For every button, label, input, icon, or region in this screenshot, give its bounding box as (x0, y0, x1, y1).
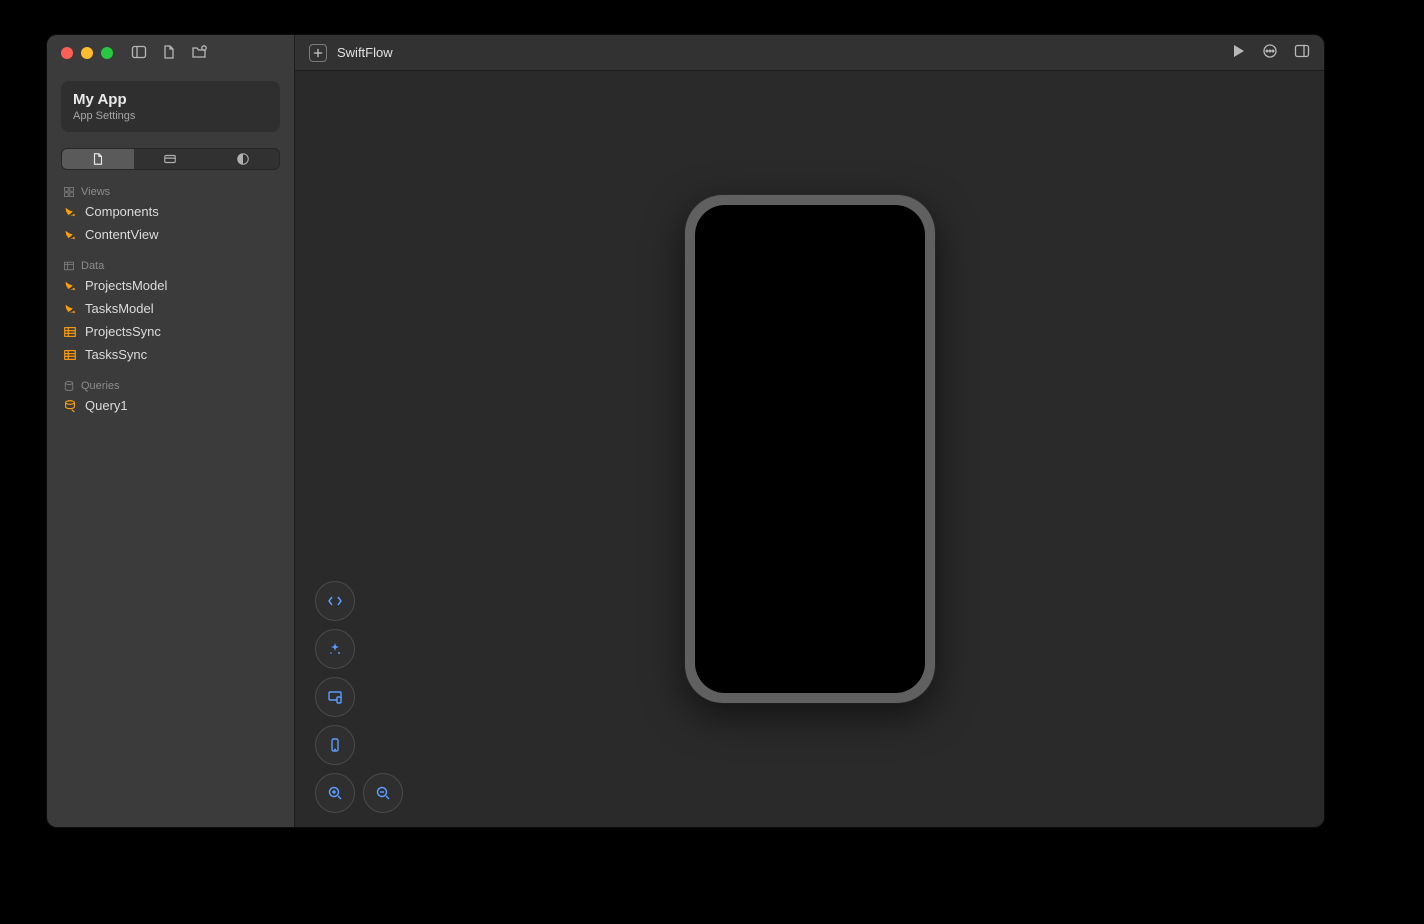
tool-magic[interactable] (315, 629, 355, 669)
app-window: My App App Settings Views Compone (47, 35, 1324, 827)
sidebar-item-label: TasksModel (85, 301, 154, 316)
sidebar-item-taskssync[interactable]: TasksSync (53, 343, 288, 366)
app-settings-card[interactable]: My App App Settings (61, 81, 280, 132)
more-icon[interactable] (1262, 43, 1278, 62)
sidebar-toggle-icon[interactable] (131, 44, 147, 63)
table-icon (63, 348, 77, 362)
sidebar-item-label: ProjectsSync (85, 324, 161, 339)
segment-files[interactable] (62, 149, 134, 169)
maximize-window-button[interactable] (101, 47, 113, 59)
sidebar-item-label: ContentView (85, 227, 158, 242)
sidebar-item-query1[interactable]: Query1 (53, 394, 288, 417)
sidebar-tab-segment (61, 148, 280, 170)
tool-code[interactable] (315, 581, 355, 621)
device-screen (695, 205, 925, 693)
sidebar-item-label: Components (85, 204, 159, 219)
section-label: Views (81, 186, 110, 198)
folder-plus-icon[interactable] (191, 44, 207, 63)
swift-icon (63, 279, 77, 293)
section-header-queries: Queries (53, 374, 288, 394)
traffic-lights (61, 47, 113, 59)
section-label: Data (81, 260, 104, 272)
sidebar-item-label: TasksSync (85, 347, 147, 362)
minimize-window-button[interactable] (81, 47, 93, 59)
sidebar-item-label: Query1 (85, 398, 128, 413)
tool-device[interactable] (315, 725, 355, 765)
sidebar-item-tasksmodel[interactable]: TasksModel (53, 297, 288, 320)
file-plus-icon[interactable] (161, 44, 177, 63)
section-header-views: Views (53, 180, 288, 200)
tool-screen[interactable] (315, 677, 355, 717)
section-label: Queries (81, 380, 120, 392)
canvas[interactable] (295, 71, 1324, 827)
query-icon (63, 399, 77, 413)
swift-icon (63, 228, 77, 242)
segment-ui[interactable] (134, 149, 206, 169)
sidebar-item-projectssync[interactable]: ProjectsSync (53, 320, 288, 343)
app-title: My App (73, 91, 268, 108)
canvas-tools (315, 581, 403, 813)
inspector-toggle-icon[interactable] (1294, 43, 1310, 62)
tab-title[interactable]: SwiftFlow (337, 45, 393, 60)
tool-zoom-in[interactable] (315, 773, 355, 813)
swift-icon (63, 302, 77, 316)
device-frame (685, 195, 935, 703)
titlebar-main: SwiftFlow (295, 35, 1324, 71)
new-tab-button[interactable] (309, 44, 327, 62)
play-icon[interactable] (1230, 43, 1246, 62)
app-subtitle: App Settings (73, 110, 268, 122)
segment-theme[interactable] (207, 149, 279, 169)
sidebar-item-label: ProjectsModel (85, 278, 167, 293)
close-window-button[interactable] (61, 47, 73, 59)
section-header-data: Data (53, 254, 288, 274)
titlebar-left (47, 35, 294, 71)
swift-icon (63, 205, 77, 219)
sidebar-item-contentview[interactable]: ContentView (53, 223, 288, 246)
sidebar-item-projectsmodel[interactable]: ProjectsModel (53, 274, 288, 297)
sidebar-sections: Views Components ContentView Data Projec… (47, 180, 294, 417)
views-icon (63, 186, 75, 198)
tool-zoom-out[interactable] (363, 773, 403, 813)
table-icon (63, 325, 77, 339)
data-icon (63, 260, 75, 272)
sidebar: My App App Settings Views Compone (47, 35, 295, 827)
sidebar-item-components[interactable]: Components (53, 200, 288, 223)
main-area: SwiftFlow (295, 35, 1324, 827)
queries-icon (63, 380, 75, 392)
